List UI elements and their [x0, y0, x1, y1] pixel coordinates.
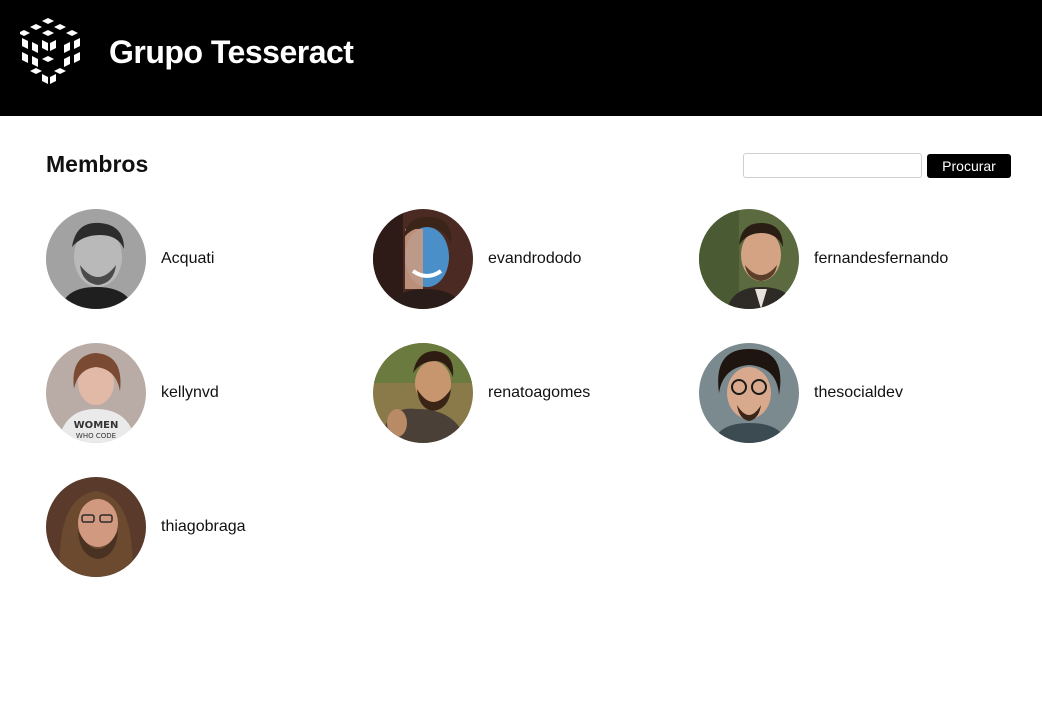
member-name[interactable]: Acquati [161, 250, 214, 268]
member-card[interactable]: WOMEN WHO CODE kellynvd [46, 343, 219, 443]
svg-text:WHO CODE: WHO CODE [76, 432, 116, 440]
member-card[interactable]: Acquati [46, 209, 214, 309]
member-name[interactable]: thesocialdev [814, 384, 903, 402]
tesseract-logo-icon[interactable] [20, 18, 80, 84]
member-name[interactable]: kellynvd [161, 384, 219, 402]
member-card[interactable]: thesocialdev [699, 343, 903, 443]
top-header: Grupo Tesseract [0, 0, 1042, 116]
member-name[interactable]: renatoagomes [488, 384, 590, 402]
site-title[interactable]: Grupo Tesseract [109, 34, 354, 71]
member-name[interactable]: fernandesfernando [814, 250, 948, 268]
member-card[interactable]: evandrododo [373, 209, 581, 309]
member-card[interactable]: thiagobraga [46, 477, 246, 577]
svg-text:WOMEN: WOMEN [74, 420, 119, 431]
member-name[interactable]: evandrododo [488, 250, 581, 268]
page-title: Membros [46, 151, 149, 177]
avatar[interactable] [46, 477, 146, 577]
member-card[interactable]: renatoagomes [373, 343, 590, 443]
avatar[interactable] [373, 209, 473, 309]
avatar[interactable] [46, 209, 146, 309]
search-button[interactable]: Procurar [927, 154, 1011, 178]
avatar[interactable] [699, 209, 799, 309]
avatar[interactable] [699, 343, 799, 443]
avatar[interactable] [373, 343, 473, 443]
avatar[interactable]: WOMEN WHO CODE [46, 343, 146, 443]
search-input[interactable] [743, 153, 922, 178]
member-name[interactable]: thiagobraga [161, 518, 246, 536]
member-card[interactable]: fernandesfernando [699, 209, 948, 309]
